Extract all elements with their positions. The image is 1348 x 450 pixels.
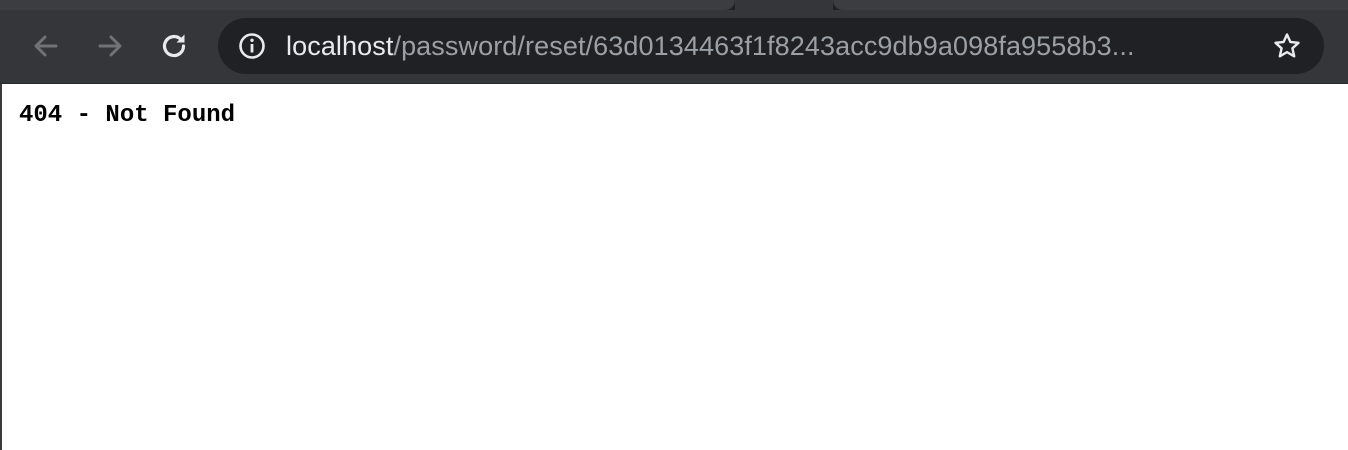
back-button[interactable] (26, 26, 66, 66)
back-arrow-icon (34, 35, 58, 57)
page-content: 404 - Not Found (2, 84, 1348, 450)
tab-strip (0, 0, 1348, 10)
forward-arrow-icon (98, 35, 122, 57)
window-edge (0, 84, 2, 450)
url-path: /password/reset/63d0134463f1f8243acc9db9… (393, 31, 1135, 61)
tab-previous[interactable] (0, 0, 735, 10)
tab-next[interactable] (833, 0, 1348, 10)
url-text[interactable]: localhost/password/reset/63d0134463f1f82… (286, 18, 1246, 74)
tab-active[interactable] (735, 0, 833, 10)
error-message: 404 - Not Found (19, 102, 236, 129)
browser-toolbar: localhost/password/reset/63d0134463f1f82… (0, 10, 1348, 84)
url-host: localhost (286, 31, 394, 61)
info-icon[interactable] (238, 32, 266, 60)
reload-button[interactable] (154, 26, 194, 66)
address-bar[interactable]: localhost/password/reset/63d0134463f1f82… (218, 18, 1324, 74)
reload-icon (162, 34, 186, 58)
star-icon[interactable] (1272, 31, 1302, 61)
forward-button[interactable] (90, 26, 130, 66)
browser-window: localhost/password/reset/63d0134463f1f82… (0, 0, 1348, 450)
